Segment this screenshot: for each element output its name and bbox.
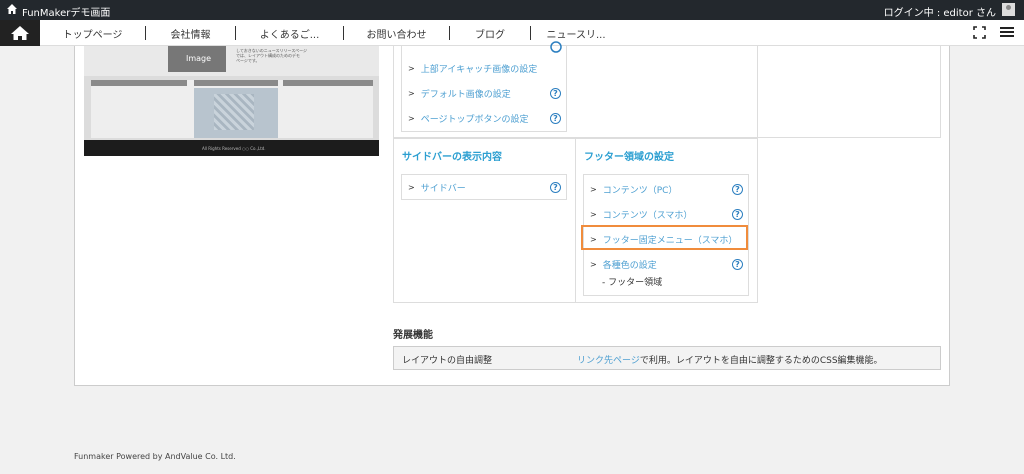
preview-map xyxy=(194,88,278,138)
advanced-row-description: リンク先ページで利用。レイアウトを自由に調整するためのCSS編集機能。 xyxy=(577,353,883,366)
help-icon[interactable]: ? xyxy=(550,88,561,99)
menu-icon[interactable] xyxy=(1000,26,1014,38)
setting-label[interactable]: コンテンツ（スマホ） xyxy=(603,208,693,221)
sidebar-settings-box: > サイドバー ? xyxy=(401,174,567,200)
help-icon[interactable] xyxy=(550,41,562,53)
preview-text-line: ページです。 xyxy=(236,58,260,63)
help-icon[interactable]: ? xyxy=(732,209,743,220)
nav-item-company[interactable]: 会社情報 xyxy=(146,26,235,41)
setting-link[interactable]: > 上部アイキャッチ画像の設定 xyxy=(408,58,537,78)
highlight-box xyxy=(581,225,748,250)
nav-item-contact[interactable]: お問い合わせ xyxy=(344,26,449,41)
help-icon[interactable]: ? xyxy=(732,184,743,195)
preview-footer: All Rights Reserved ○○ Co.,Ltd. xyxy=(84,140,379,156)
setting-link[interactable]: > 各種色の設定 xyxy=(590,254,657,274)
setting-link[interactable]: > サイドバー xyxy=(408,177,466,197)
setting-label[interactable]: サイドバー xyxy=(421,181,466,194)
nav-item-top[interactable]: トップページ xyxy=(40,26,145,41)
settings-panel: Image しておきないのニュースリリースページ では、レイアウト構成のためのデ… xyxy=(74,41,950,386)
chevron-right-icon: > xyxy=(590,259,597,269)
setting-label[interactable]: コンテンツ（PC） xyxy=(603,183,678,196)
user-avatar-icon[interactable] xyxy=(1002,3,1015,16)
setting-label[interactable]: デフォルト画像の設定 xyxy=(421,87,511,100)
advanced-section-title: 発展機能 xyxy=(393,330,433,341)
footer-section-title: フッター領域の設定 xyxy=(584,152,674,163)
advanced-row-label: レイアウトの自由調整 xyxy=(402,356,493,366)
setting-link[interactable]: > デフォルト画像の設定 xyxy=(408,83,511,103)
nav-home-button[interactable] xyxy=(0,20,40,46)
nav-item-news[interactable]: ニュースリ... xyxy=(531,26,621,41)
help-icon[interactable]: ? xyxy=(732,259,743,270)
chevron-right-icon: > xyxy=(590,184,597,194)
help-icon[interactable]: ? xyxy=(550,182,561,193)
setting-link[interactable]: > ページトップボタンの設定 xyxy=(408,108,529,128)
login-status[interactable]: ログイン中 : editor さん xyxy=(884,4,996,19)
advanced-desc-text: で利用。レイアウトを自由に調整するためのCSS編集機能。 xyxy=(639,356,883,366)
powered-by-footer: Funmaker Powered by AndValue Co. Ltd. xyxy=(74,452,236,461)
help-icon[interactable]: ? xyxy=(550,113,561,124)
admin-bar: FunMakerデモ画面 ログイン中 : editor さん xyxy=(0,0,1024,20)
setting-label[interactable]: 各種色の設定 xyxy=(603,258,657,271)
chevron-right-icon: > xyxy=(408,113,415,123)
setting-label[interactable]: 上部アイキャッチ画像の設定 xyxy=(421,62,538,75)
nav-item-blog[interactable]: ブログ xyxy=(450,26,530,41)
setting-label[interactable]: ページトップボタンの設定 xyxy=(421,112,529,125)
setting-link[interactable]: > コンテンツ（PC） xyxy=(590,179,677,199)
main-navigation: トップページ 会社情報 よくあるご... お問い合わせ ブログ ニュースリ... xyxy=(0,20,1024,46)
site-title[interactable]: FunMakerデモ画面 xyxy=(22,4,110,19)
nav-menu: トップページ 会社情報 よくあるご... お問い合わせ ブログ ニュースリ... xyxy=(40,20,621,46)
footer-subitem: - フッター領域 xyxy=(602,278,663,288)
chevron-right-icon: > xyxy=(590,209,597,219)
chevron-right-icon: > xyxy=(408,88,415,98)
home-icon xyxy=(11,26,29,40)
advanced-row: レイアウトの自由調整 リンク先ページで利用。レイアウトを自由に調整するためのCS… xyxy=(393,346,941,370)
chevron-right-icon: > xyxy=(408,63,415,73)
fullscreen-icon[interactable] xyxy=(973,26,986,39)
layout-preview-image: Image しておきないのニュースリリースページ では、レイアウト構成のためのデ… xyxy=(84,46,379,156)
top-settings-box: > 上部アイキャッチ画像の設定 > デフォルト画像の設定 ? > ページトップボ… xyxy=(401,41,567,132)
settings-group-right xyxy=(757,45,941,138)
sidebar-section-title: サイドバーの表示内容 xyxy=(402,152,502,163)
preview-image-label: Image xyxy=(168,46,226,72)
link-page-link[interactable]: リンク先ページ xyxy=(577,356,640,366)
chevron-right-icon: > xyxy=(408,182,415,192)
setting-link[interactable]: > コンテンツ（スマホ） xyxy=(590,204,692,224)
nav-item-faq[interactable]: よくあるご... xyxy=(236,26,343,41)
home-icon[interactable] xyxy=(6,3,18,15)
